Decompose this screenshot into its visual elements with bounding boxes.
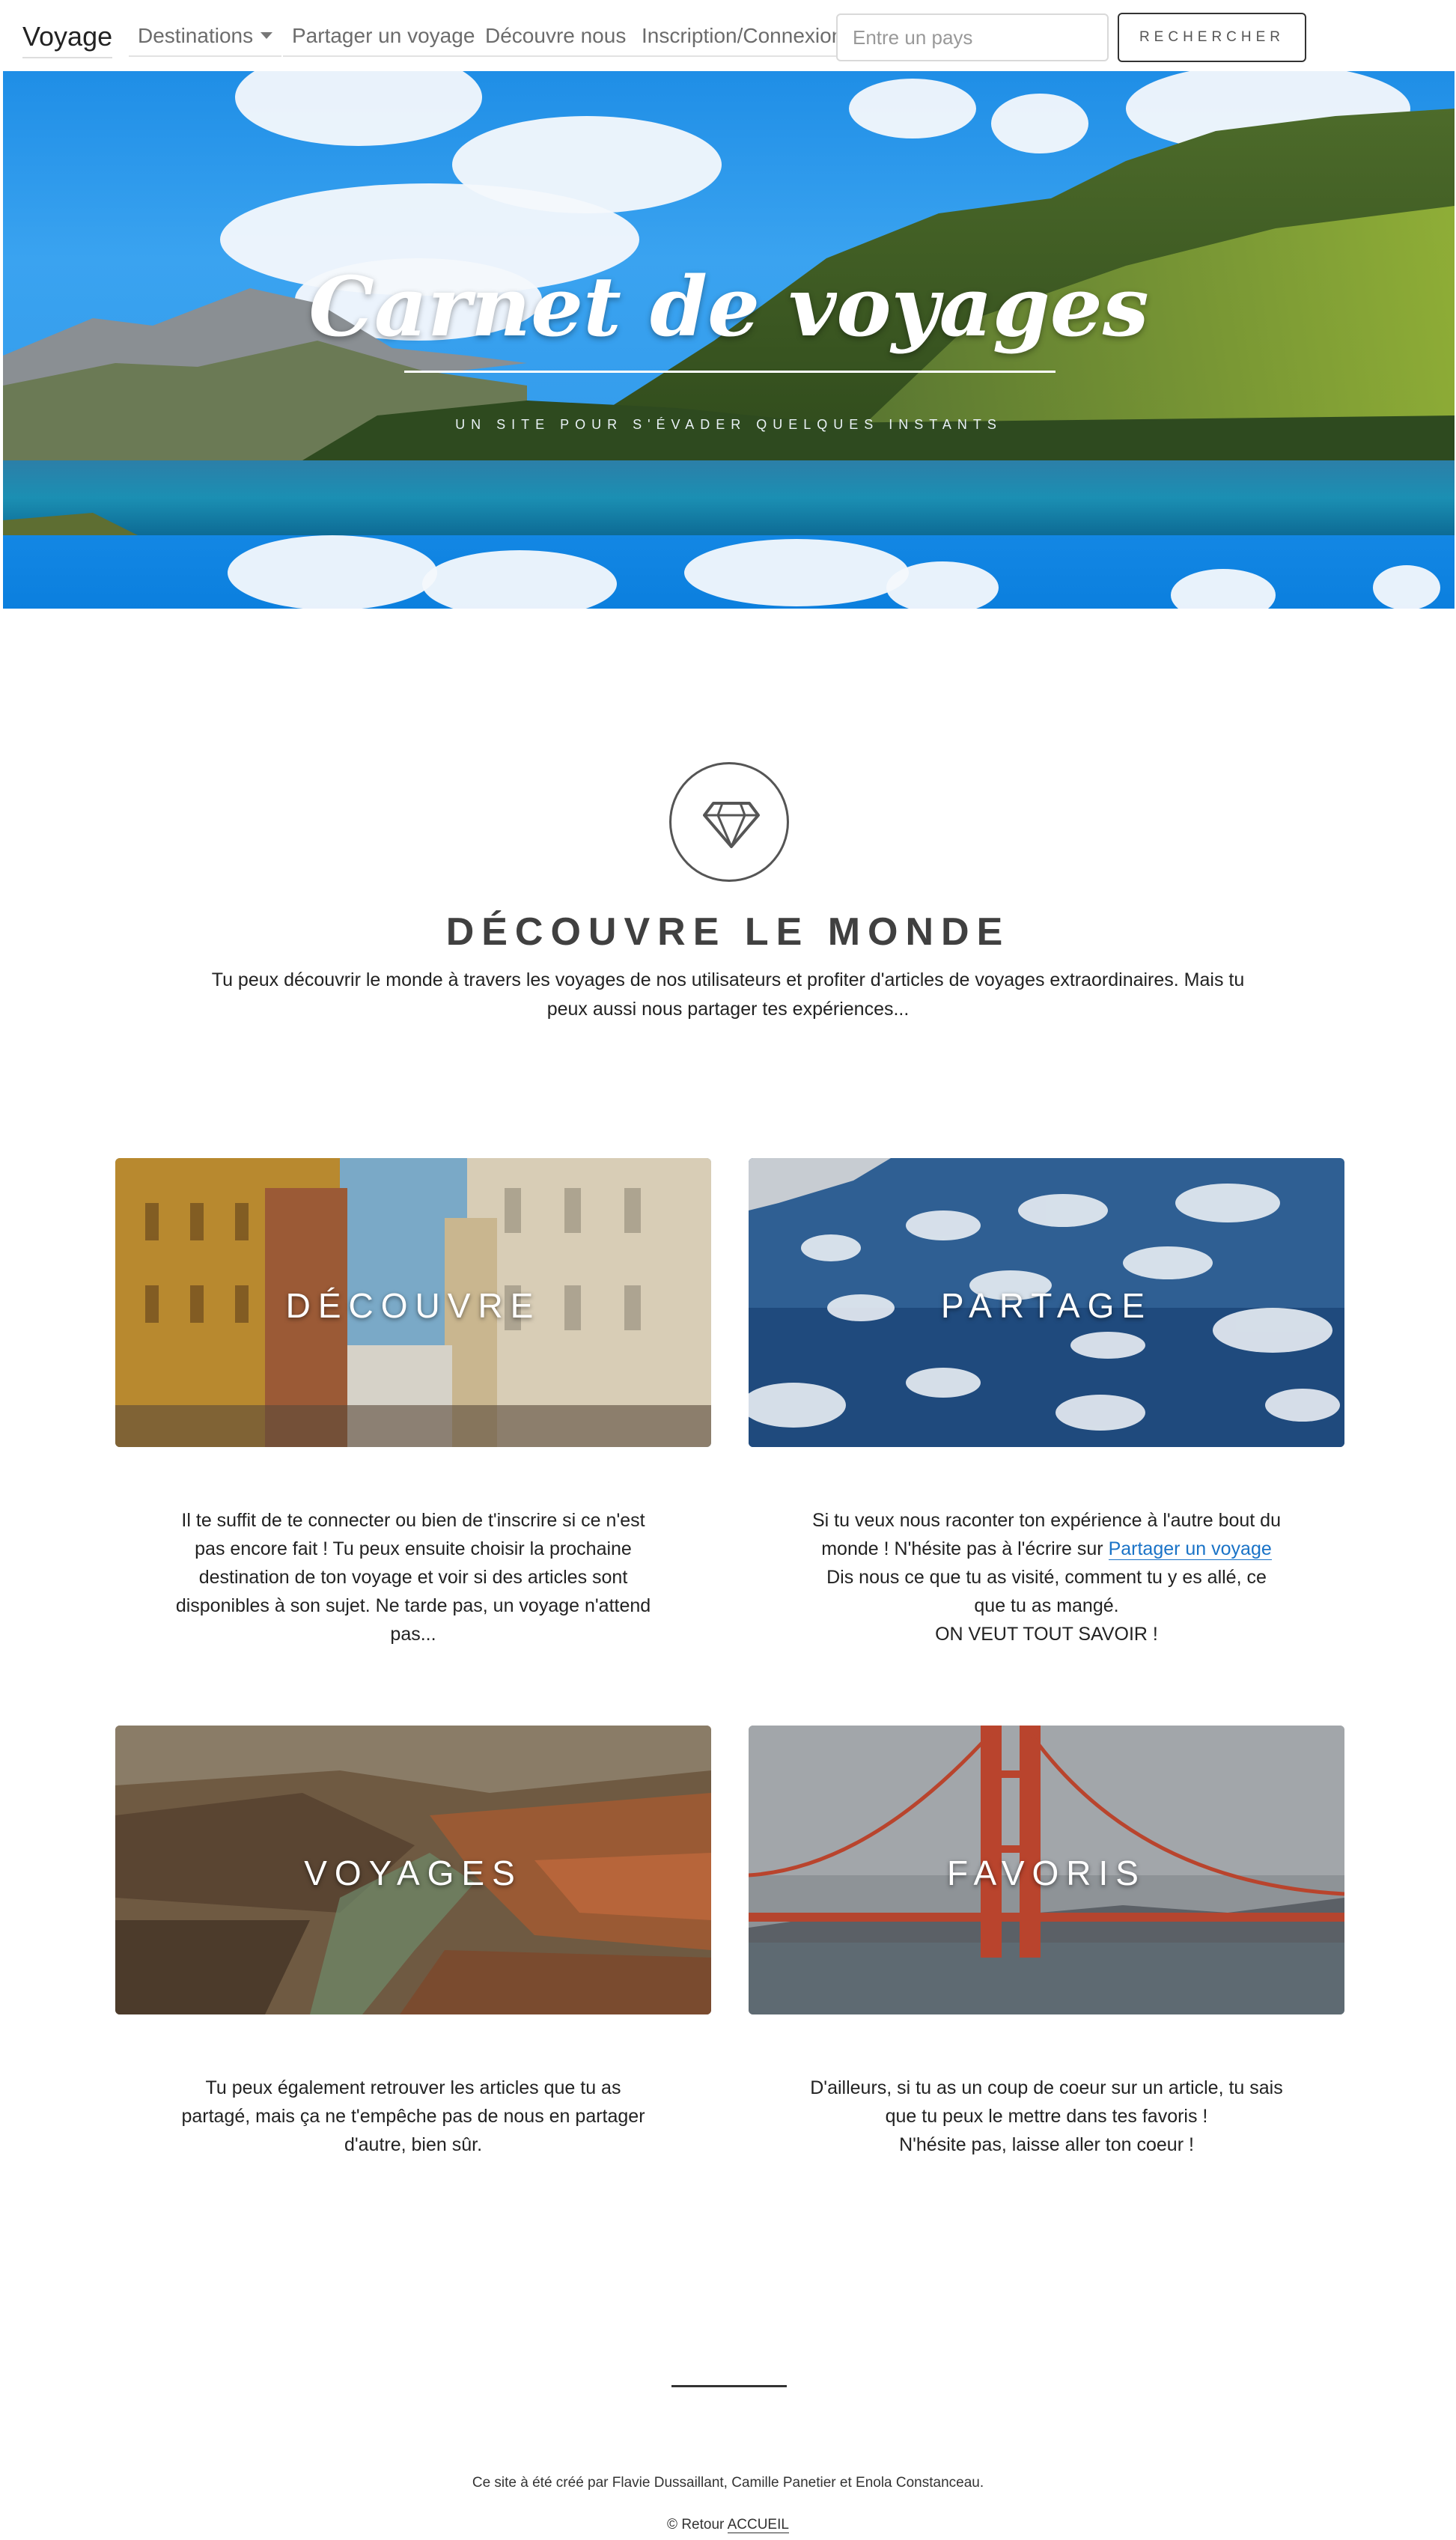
hero-subtitle: UN SITE POUR S'ÉVADER QUELQUES INSTANTS	[455, 417, 1002, 432]
card-favoris[interactable]: FAVORIS	[749, 1726, 1344, 2014]
country-search-input[interactable]	[836, 13, 1109, 61]
footer-divider	[671, 2385, 787, 2387]
hero-banner: Carnet de voyages UN SITE POUR S'ÉVADER …	[3, 71, 1455, 609]
cloud	[1373, 565, 1440, 609]
nav-destinations-dropdown[interactable]: Destinations	[129, 21, 282, 57]
card-text-partage: Si tu veux nous raconter ton expérience …	[808, 1506, 1285, 1648]
card-label-voyages: VOYAGES	[304, 1854, 523, 1892]
cloud	[422, 550, 617, 609]
card-voyages[interactable]: VOYAGES	[115, 1726, 711, 2014]
nav-destinations-label: Destinations	[138, 24, 254, 47]
card-text-decouvre: Il te suffit de te connecter ou bien de …	[175, 1510, 651, 1645]
diamond-icon-circle	[669, 762, 789, 882]
section-title: DÉCOUVRE LE MONDE	[445, 910, 1011, 954]
caret-down-icon	[261, 32, 273, 40]
partager-un-voyage-link[interactable]: Partager un voyage	[1108, 1538, 1272, 1560]
accueil-link[interactable]: ACCUEIL	[727, 2517, 789, 2533]
cloud	[228, 535, 437, 609]
card-text-favoris-body: D'ailleurs, si tu as un coup de coeur su…	[810, 2077, 1283, 2127]
nav-partager-un-voyage[interactable]: Partager un voyage	[283, 21, 484, 57]
card-decouvre[interactable]: DÉCOUVRE	[115, 1158, 711, 1447]
nav-inscription-connexion[interactable]: Inscription/Connexion	[633, 21, 853, 57]
card-label-partage: PARTAGE	[940, 1286, 1153, 1325]
navbar: Voyage Destinations Partager un voyage D…	[0, 0, 1456, 75]
card-label-decouvre: DÉCOUVRE	[285, 1286, 541, 1325]
card-text-favoris-last: N'hésite pas, laisse aller ton coeur !	[899, 2134, 1194, 2155]
brand-link[interactable]: Voyage	[22, 21, 113, 58]
cloud	[684, 539, 909, 606]
footer-back-prefix: © Retour	[667, 2517, 728, 2533]
search-button[interactable]: RECHERCHER	[1118, 13, 1306, 62]
card-text-favoris: D'ailleurs, si tu as un coup de coeur su…	[805, 2074, 1288, 2159]
hero-lower-sky	[3, 535, 1455, 609]
footer-back: © Retour ACCUEIL	[0, 2517, 1456, 2533]
hero-title: Carnet de voyages	[308, 258, 1149, 355]
footer-credit: Ce site à été créé par Flavie Dussaillan…	[472, 2475, 984, 2491]
card-text-voyages: Tu peux également retrouver les articles…	[181, 2077, 645, 2155]
card-partage[interactable]: PARTAGE	[749, 1158, 1344, 1447]
nav-decouvre-nous[interactable]: Découvre nous	[476, 21, 636, 57]
card-text-partage-last: ON VEUT TOUT SAVOIR !	[935, 1624, 1158, 1645]
cloud	[886, 561, 999, 609]
cloud	[1171, 569, 1276, 609]
card-label-favoris: FAVORIS	[947, 1854, 1146, 1892]
section-intro-text: Tu peux découvrir le monde à travers les…	[211, 969, 1245, 1020]
card-text-partage-body: Dis nous ce que tu as visité, comment tu…	[826, 1567, 1267, 1616]
hero-divider	[404, 371, 1056, 373]
diamond-icon	[703, 802, 760, 848]
